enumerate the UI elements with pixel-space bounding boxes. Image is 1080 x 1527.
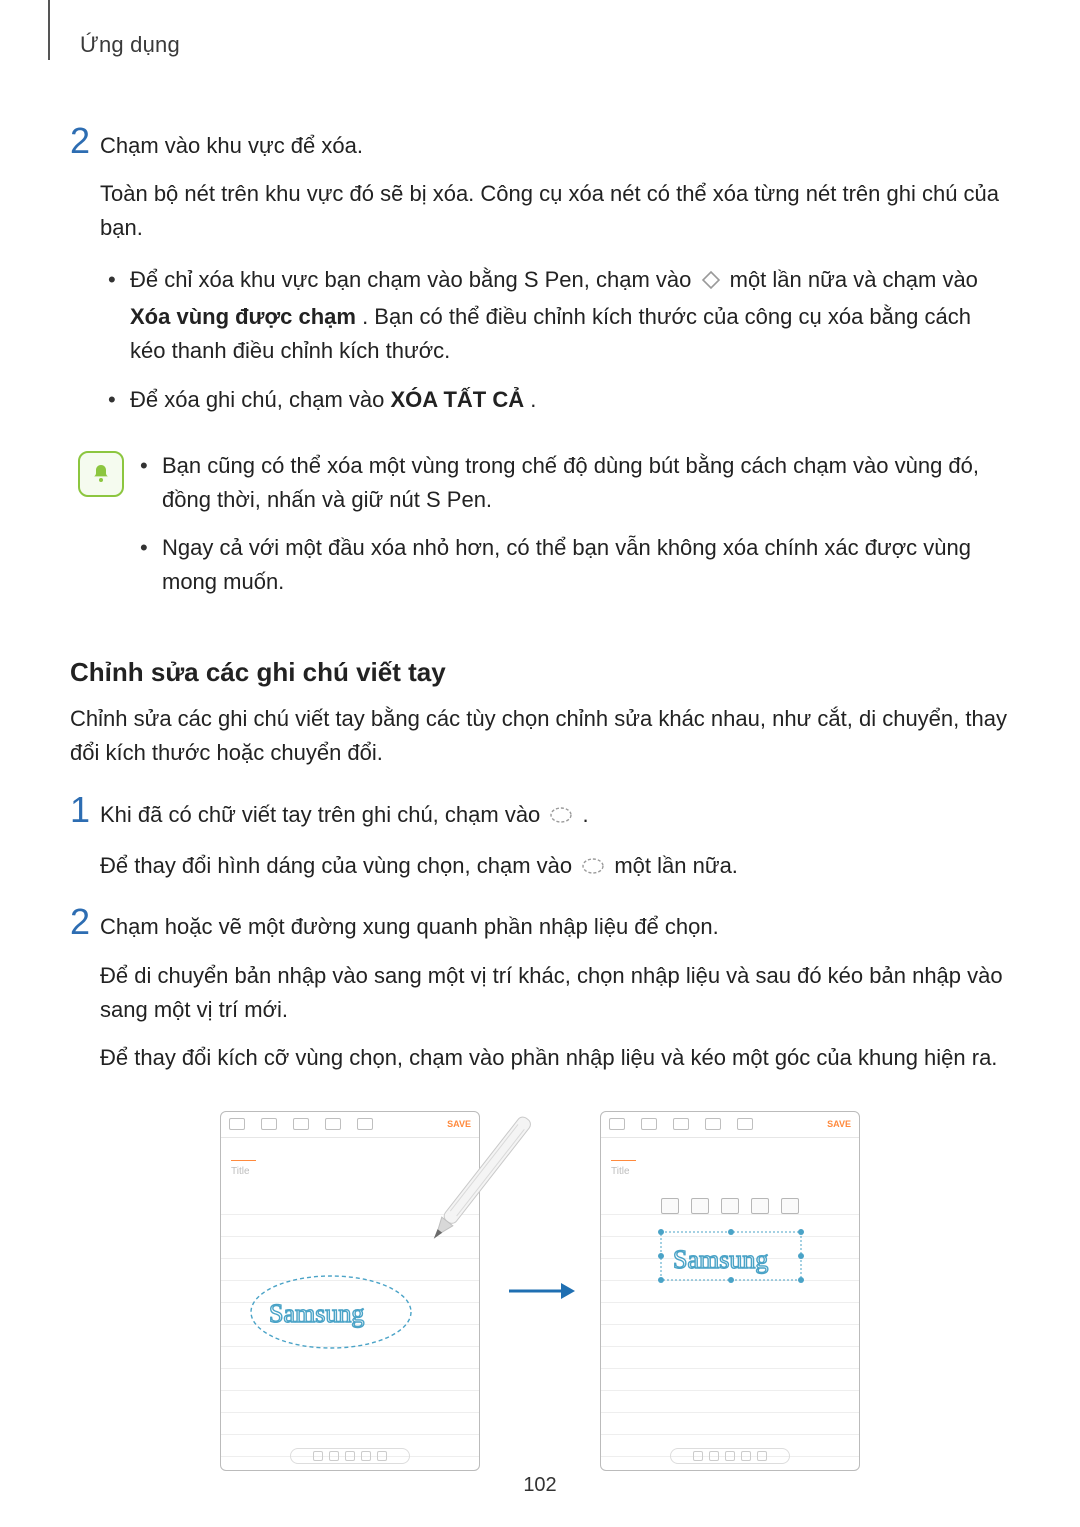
- text: Để thay đổi hình dáng của vùng chọn, chạ…: [100, 853, 578, 878]
- step-2-para: Toàn bộ nét trên khu vực đó sẽ bị xóa. C…: [100, 177, 1010, 245]
- text: một lần nữa và chạm vào: [730, 267, 978, 292]
- toolbar-icon: [641, 1118, 657, 1130]
- lasso-select-icon: [549, 801, 573, 835]
- category-chip: [611, 1149, 636, 1161]
- step-2-bullet-2: Để xóa ghi chú, chạm vào XÓA TẤT CẢ .: [100, 383, 1010, 417]
- note-block: Bạn cũng có thể xóa một vùng trong chế đ…: [70, 449, 1010, 613]
- text: .: [583, 802, 589, 827]
- toolbar-icon: [293, 1118, 309, 1130]
- toolbar-icon: [325, 1118, 341, 1130]
- bold-text: Xóa vùng được chạm: [130, 304, 356, 329]
- text: .: [530, 387, 536, 412]
- step-2-bullet-1: Để chỉ xóa khu vực bạn chạm vào bằng S P…: [100, 263, 1010, 368]
- toolbar-icon: [229, 1118, 245, 1130]
- edit-step-1-line-1: Khi đã có chữ viết tay trên ghi chú, chạ…: [100, 798, 1010, 835]
- edit-step-2-line-2: Để di chuyển bản nhập vào sang một vị tr…: [100, 959, 1010, 1027]
- section-intro: Chỉnh sửa các ghi chú viết tay bằng các …: [70, 702, 1010, 770]
- header-rule: [48, 0, 50, 60]
- save-label: SAVE: [827, 1119, 851, 1129]
- lasso-select-icon: [581, 852, 605, 886]
- section-heading: Chỉnh sửa các ghi chú viết tay: [70, 657, 1010, 688]
- text: Khi đã có chữ viết tay trên ghi chú, chạ…: [100, 802, 546, 827]
- note-bell-icon: [78, 451, 124, 497]
- step-2: 2 Chạm vào khu vực để xóa. Toàn bộ nét t…: [70, 123, 1010, 431]
- text: một lần nữa.: [614, 853, 738, 878]
- note-bullet-2: Ngay cả với một đầu xóa nhỏ hơn, có thể …: [132, 531, 1010, 599]
- handwriting-sample: Samsung: [673, 1245, 768, 1274]
- toolbar-icon: [609, 1118, 625, 1130]
- text: Để xóa ghi chú, chạm vào: [130, 387, 390, 412]
- phone-right-topbar: SAVE: [601, 1112, 859, 1138]
- step-number-2b: 2: [70, 904, 100, 1074]
- s-pen-graphic: [380, 1091, 570, 1281]
- toolbar-icon: [673, 1118, 689, 1130]
- page-number: 102: [0, 1474, 1080, 1497]
- edit-step-1-line-2: Để thay đổi hình dáng của vùng chọn, chạ…: [100, 849, 1010, 886]
- note-title-placeholder: Title: [611, 1166, 849, 1177]
- toolbar-icon: [261, 1118, 277, 1130]
- toolbar-icon: [737, 1118, 753, 1130]
- note-bullet-1: Bạn cũng có thể xóa một vùng trong chế đ…: [132, 449, 1010, 517]
- bottom-dock: [290, 1448, 410, 1464]
- edit-step-2-line-1: Chạm hoặc vẽ một đường xung quanh phần n…: [100, 910, 1010, 944]
- arrow-right-icon: [480, 1279, 600, 1303]
- category-chip: [231, 1149, 256, 1161]
- eraser-diamond-icon: [701, 266, 721, 300]
- writing-area: Samsung: [601, 1184, 859, 1444]
- step-2-title: Chạm vào khu vực để xóa.: [100, 129, 1010, 163]
- toolbar-icon: [705, 1118, 721, 1130]
- step-number-2: 2: [70, 123, 100, 431]
- header-title: Ứng dụng: [70, 0, 1010, 58]
- edit-step-2: 2 Chạm hoặc vẽ một đường xung quanh phần…: [70, 904, 1010, 1074]
- toolbar-icon: [357, 1118, 373, 1130]
- edit-step-2-line-3: Để thay đổi kích cỡ vùng chọn, chạm vào …: [100, 1041, 1010, 1075]
- phone-right: SAVE Title: [600, 1111, 860, 1471]
- bold-text: XÓA TẤT CẢ: [390, 387, 524, 412]
- illustration: SAVE Title Samsung: [70, 1111, 1010, 1471]
- text: Để chỉ xóa khu vực bạn chạm vào bằng S P…: [130, 267, 698, 292]
- step-number-1: 1: [70, 792, 100, 886]
- handwriting-sample: Samsung: [269, 1299, 364, 1328]
- bottom-dock: [670, 1448, 790, 1464]
- edit-step-1: 1 Khi đã có chữ viết tay trên ghi chú, c…: [70, 792, 1010, 886]
